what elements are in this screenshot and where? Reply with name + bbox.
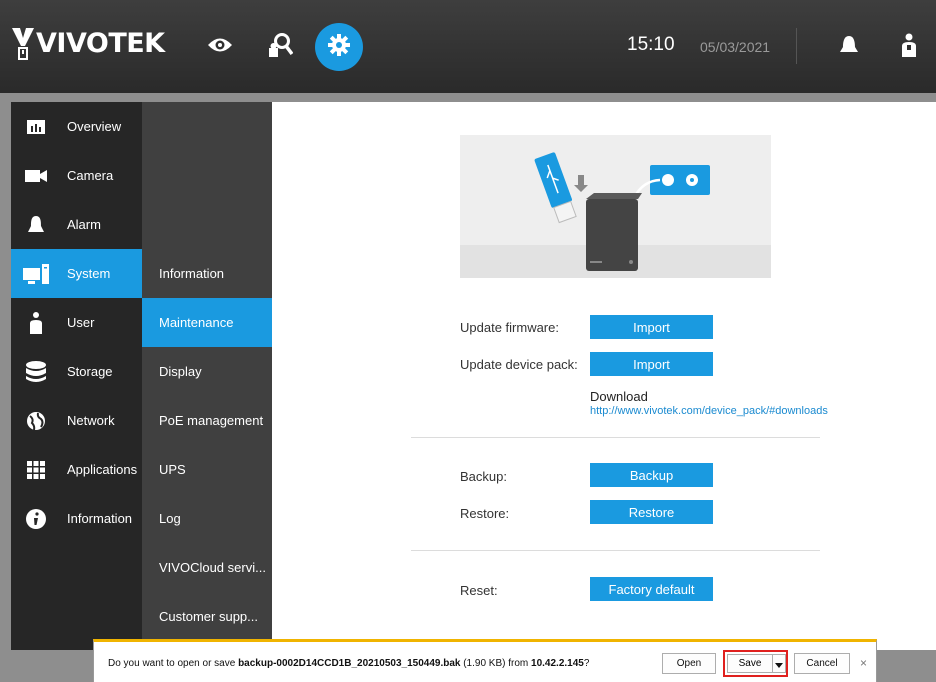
bell-icon	[839, 35, 859, 60]
header-divider	[796, 28, 797, 64]
sidebar-item-applications[interactable]: Applications	[11, 445, 142, 494]
update-device-pack-label: Update device pack:	[460, 357, 578, 372]
sidebar-item-label: Storage	[67, 364, 113, 379]
video-camera-icon	[11, 169, 61, 182]
info-icon	[11, 508, 61, 529]
submenu-item-log[interactable]: Log	[142, 494, 272, 543]
import-device-pack-button[interactable]: Import	[590, 352, 713, 376]
submenu-item-display[interactable]: Display	[142, 347, 272, 396]
download-notification-bar: Do you want to open or save backup-0002D…	[93, 639, 877, 682]
notifications-button[interactable]	[825, 23, 873, 71]
usb-update-illustration	[460, 135, 771, 278]
top-header: VIVOTEK 15:10 05/03/2021	[0, 0, 936, 93]
prompt-size: (1.90 KB) from	[460, 658, 532, 669]
submenu-item-maintenance[interactable]: Maintenance	[142, 298, 272, 347]
vivotek-logo: VIVOTEK	[12, 26, 165, 60]
backup-label: Backup:	[460, 469, 507, 484]
save-options-dropdown[interactable]	[772, 654, 786, 673]
sidebar-item-information[interactable]: Information	[11, 494, 142, 543]
globe-icon	[11, 411, 61, 431]
save-button-group: Save	[723, 650, 788, 677]
sidebar-item-alarm[interactable]: Alarm	[11, 200, 142, 249]
sidebar-item-label: Overview	[67, 119, 122, 134]
grid-icon	[11, 460, 61, 479]
download-label: Download	[590, 389, 648, 404]
prompt-prefix: Do you want to open or save	[108, 658, 239, 669]
submenu-item-poe-management[interactable]: PoE management	[142, 396, 272, 445]
prompt-host: 10.42.2.145	[531, 658, 584, 669]
device-pack-download-link[interactable]: http://www.vivotek.com/device_pack/#down…	[590, 405, 828, 417]
gear-icon	[328, 33, 350, 61]
logo-mark-icon	[12, 26, 34, 60]
search-playback-button[interactable]	[256, 23, 304, 71]
prompt-suffix: ?	[583, 658, 590, 669]
search-user-icon	[267, 32, 294, 63]
import-firmware-button[interactable]: Import	[590, 315, 713, 339]
download-prompt-message: Do you want to open or save backup-0002D…	[108, 658, 589, 669]
account-button[interactable]	[885, 23, 933, 71]
restore-label: Restore:	[460, 506, 510, 521]
live-view-button[interactable]	[196, 23, 244, 71]
submenu-item-customer-support[interactable]: Customer supp...	[142, 592, 272, 641]
sidebar-item-user[interactable]: User	[11, 298, 142, 347]
submenu-item-vivocloud[interactable]: VIVOCloud servi...	[142, 543, 272, 592]
system-submenu: Information Maintenance Display PoE mana…	[142, 102, 272, 650]
clock-date: 05/03/2021	[700, 39, 771, 55]
sidebar-item-camera[interactable]: Camera	[11, 151, 142, 200]
sidebar-item-network[interactable]: Network	[11, 396, 142, 445]
submenu-item-information[interactable]: Information	[142, 249, 272, 298]
bell-icon	[11, 215, 61, 234]
sidebar-item-overview[interactable]: Overview	[11, 102, 142, 151]
cancel-button[interactable]: Cancel	[794, 653, 850, 674]
restore-button[interactable]: Restore	[590, 500, 713, 524]
open-button[interactable]: Open	[662, 653, 716, 674]
brand-name: VIVOTEK	[36, 27, 165, 59]
update-firmware-label: Update firmware:	[460, 320, 559, 335]
database-icon	[11, 360, 61, 383]
sidebar-item-label: Information	[67, 511, 133, 526]
clock-time: 15:10	[627, 34, 675, 55]
sidebar-item-label: User	[67, 315, 95, 330]
settings-button[interactable]	[315, 23, 363, 71]
maintenance-panel: Update firmware: Import Update device pa…	[272, 102, 936, 650]
caret-down-icon	[775, 656, 783, 671]
prompt-filename: backup-0002D14CCD1B_20210503_150449.bak	[238, 658, 461, 669]
sidebar-item-storage[interactable]: Storage	[11, 347, 142, 396]
monitor-icon	[11, 263, 61, 284]
sidebar-item-label: Camera	[67, 168, 114, 183]
submenu-item-ups[interactable]: UPS	[142, 445, 272, 494]
factory-default-button[interactable]: Factory default	[590, 577, 713, 601]
sidebar-item-system[interactable]: System	[11, 249, 142, 298]
sidebar-item-label: Applications	[67, 462, 138, 477]
save-button[interactable]: Save	[727, 654, 773, 673]
close-icon[interactable]: ×	[860, 656, 867, 670]
sidebar-item-label: Network	[67, 413, 115, 428]
backup-button[interactable]: Backup	[590, 463, 713, 487]
section-divider	[411, 437, 820, 438]
person-icon	[900, 33, 918, 62]
user-icon	[11, 311, 61, 334]
chart-icon	[11, 119, 61, 134]
main-sidebar: Overview Camera Alarm System User Storag…	[11, 102, 142, 650]
section-divider	[411, 550, 820, 551]
sidebar-item-label: System	[67, 266, 111, 281]
reset-label: Reset:	[460, 583, 498, 598]
sidebar-item-label: Alarm	[67, 217, 101, 232]
eye-icon	[207, 36, 233, 59]
